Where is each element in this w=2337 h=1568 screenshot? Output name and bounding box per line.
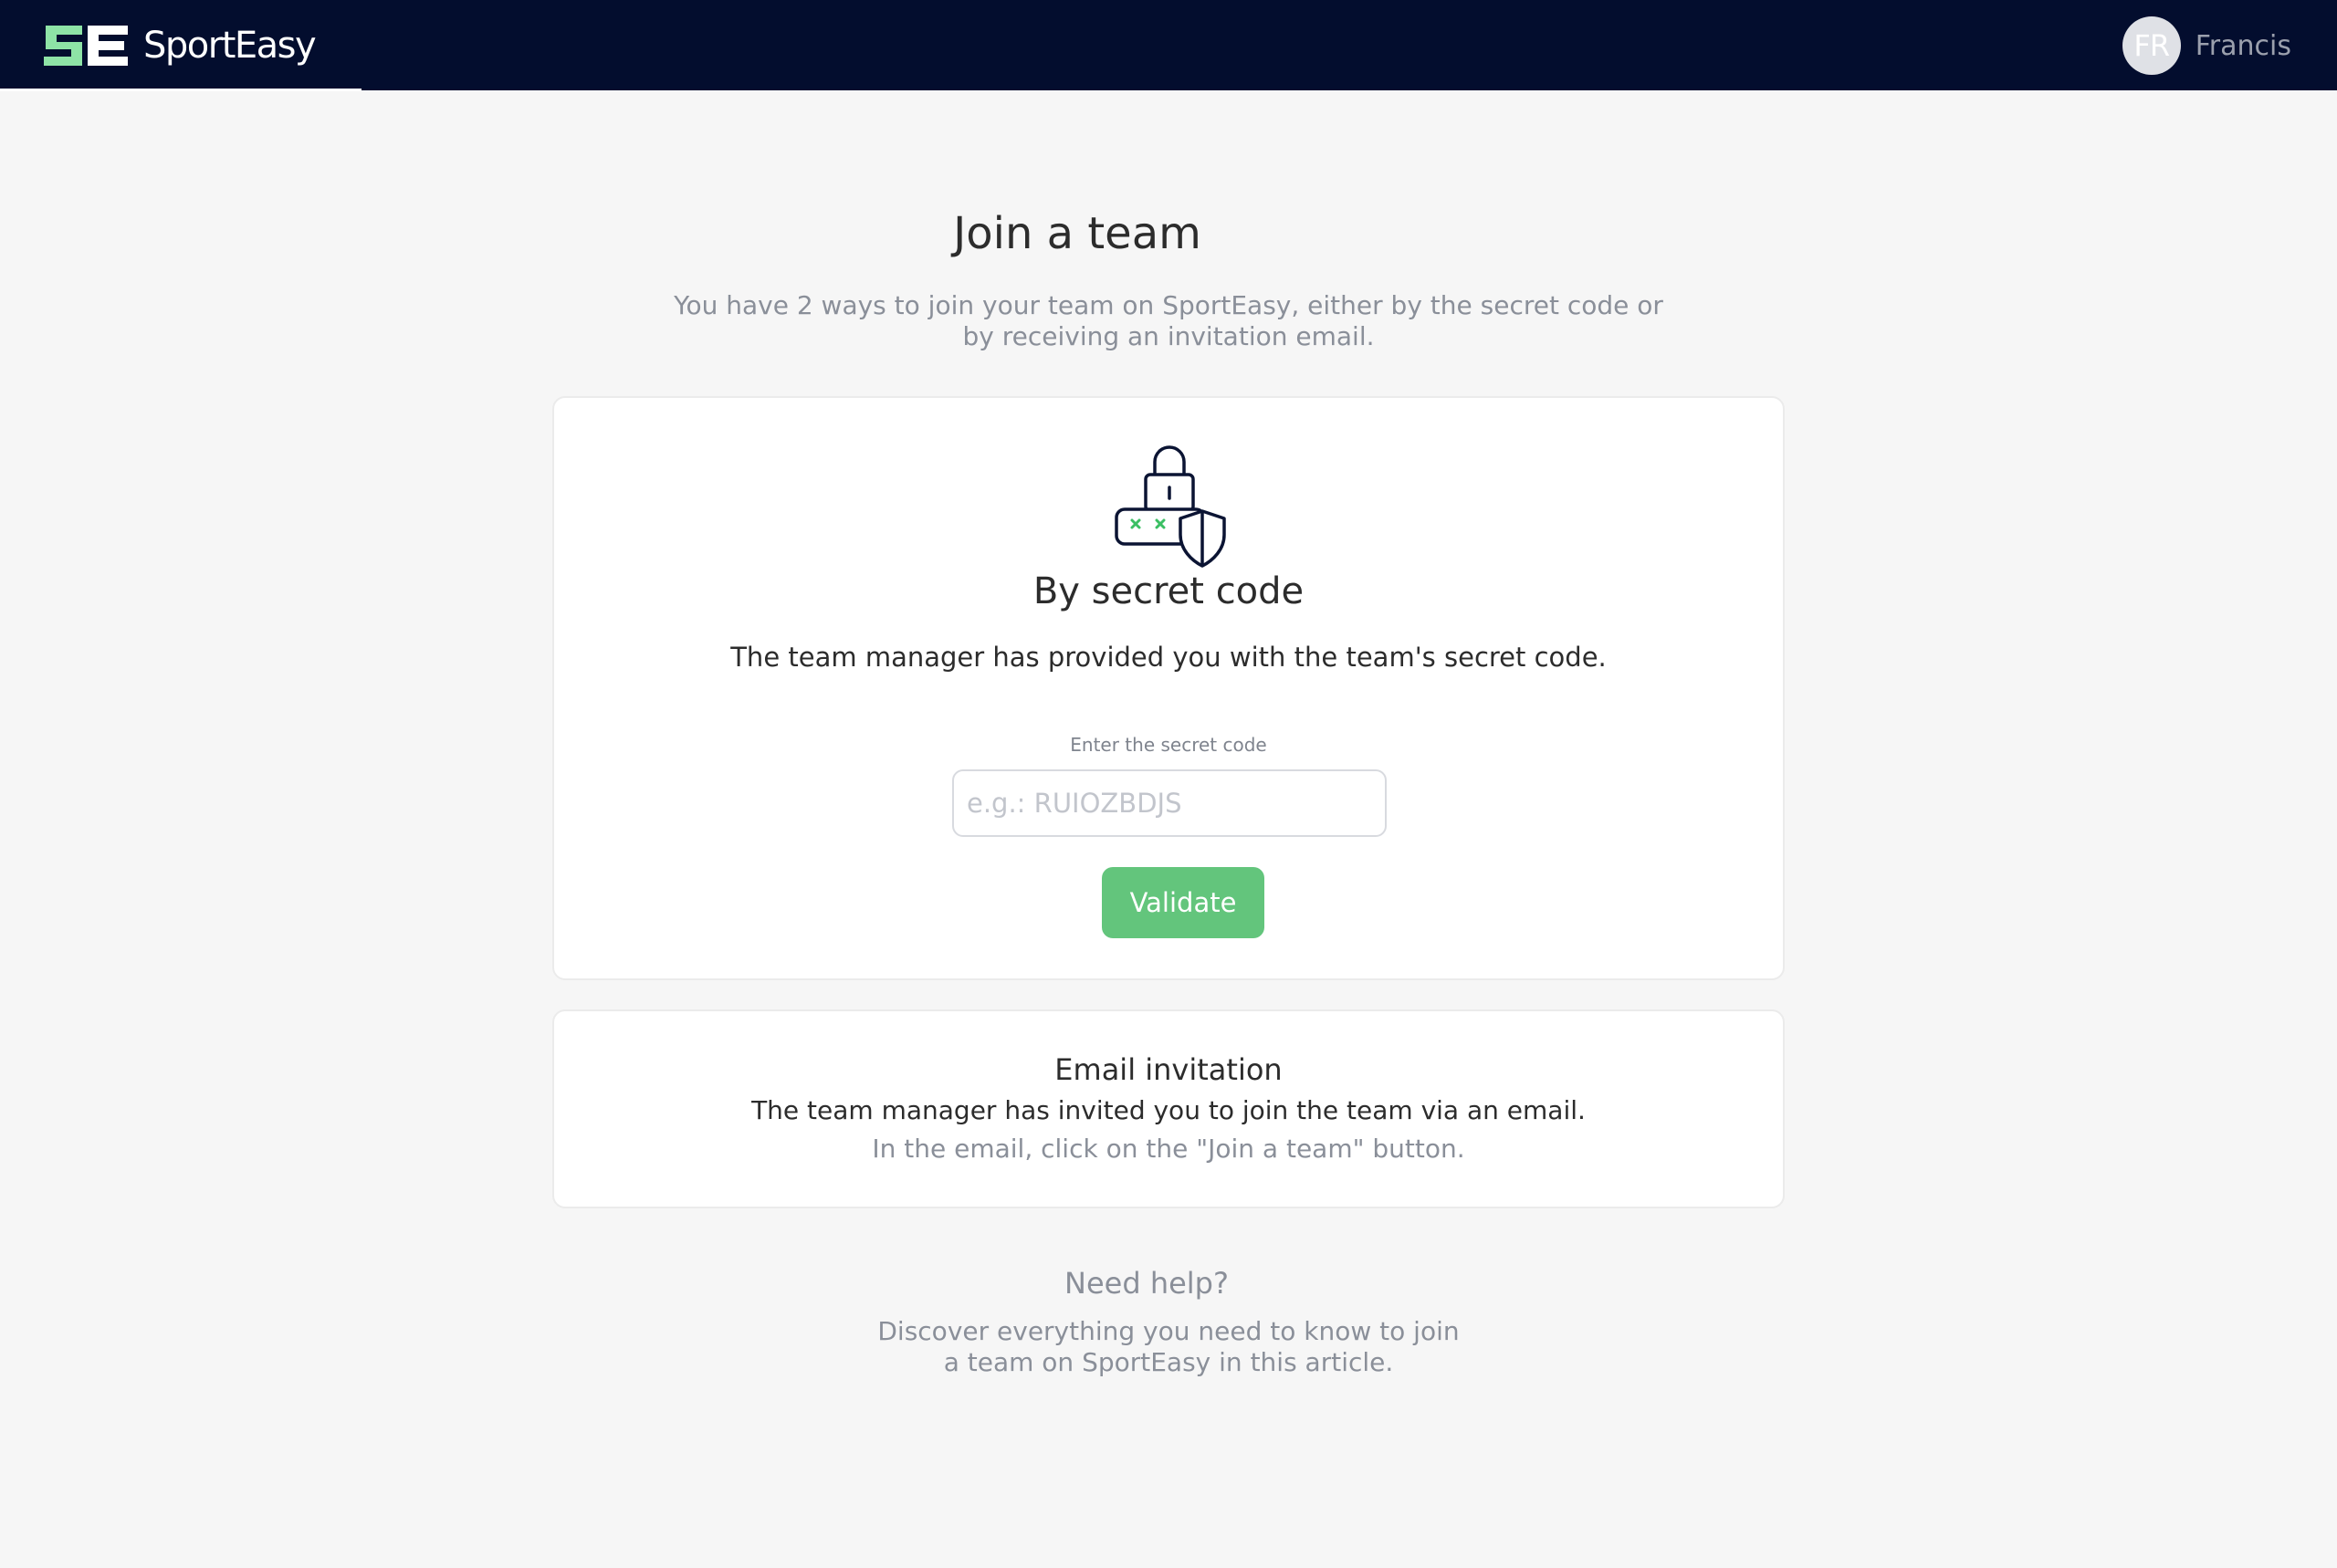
help-title[interactable]: Need help? [0, 1263, 2293, 1303]
email-invitation-card: Email invitation The team manager has in… [552, 1009, 1785, 1208]
secret-code-field-label: Enter the secret code [1070, 734, 1267, 756]
email-invitation-title: Email invitation [1054, 1052, 1283, 1087]
avatar: FR [2122, 16, 2181, 75]
brand-name: SportEasy [143, 25, 317, 67]
sporteasy-logo-icon [44, 26, 128, 66]
validate-button[interactable]: Validate [1102, 867, 1264, 938]
user-menu[interactable]: FR Francis [2122, 16, 2291, 75]
page-subtitle: You have 2 ways to join your team on Spo… [674, 290, 1663, 351]
secret-code-card: By secret code The team manager has prov… [552, 396, 1785, 980]
secret-code-title: By secret code [1032, 570, 1305, 612]
email-invitation-hint: In the email, click on the "Join a team"… [872, 1134, 1465, 1164]
secret-code-description: The team manager has provided you with t… [730, 642, 1607, 673]
active-nav-indicator [0, 89, 362, 91]
lock-password-shield-icon [1115, 445, 1226, 568]
secret-code-input[interactable] [952, 769, 1387, 837]
sporteasy-logo-link[interactable]: SportEasy [42, 22, 317, 69]
help-article-link[interactable]: Discover everything you need to know to … [876, 1316, 1461, 1378]
user-name: Francis [2195, 29, 2291, 62]
top-navigation-bar: SportEasy FR Francis [0, 0, 2337, 91]
email-invitation-description: The team manager has invited you to join… [751, 1095, 1586, 1125]
page-title: Join a team [953, 208, 1201, 259]
